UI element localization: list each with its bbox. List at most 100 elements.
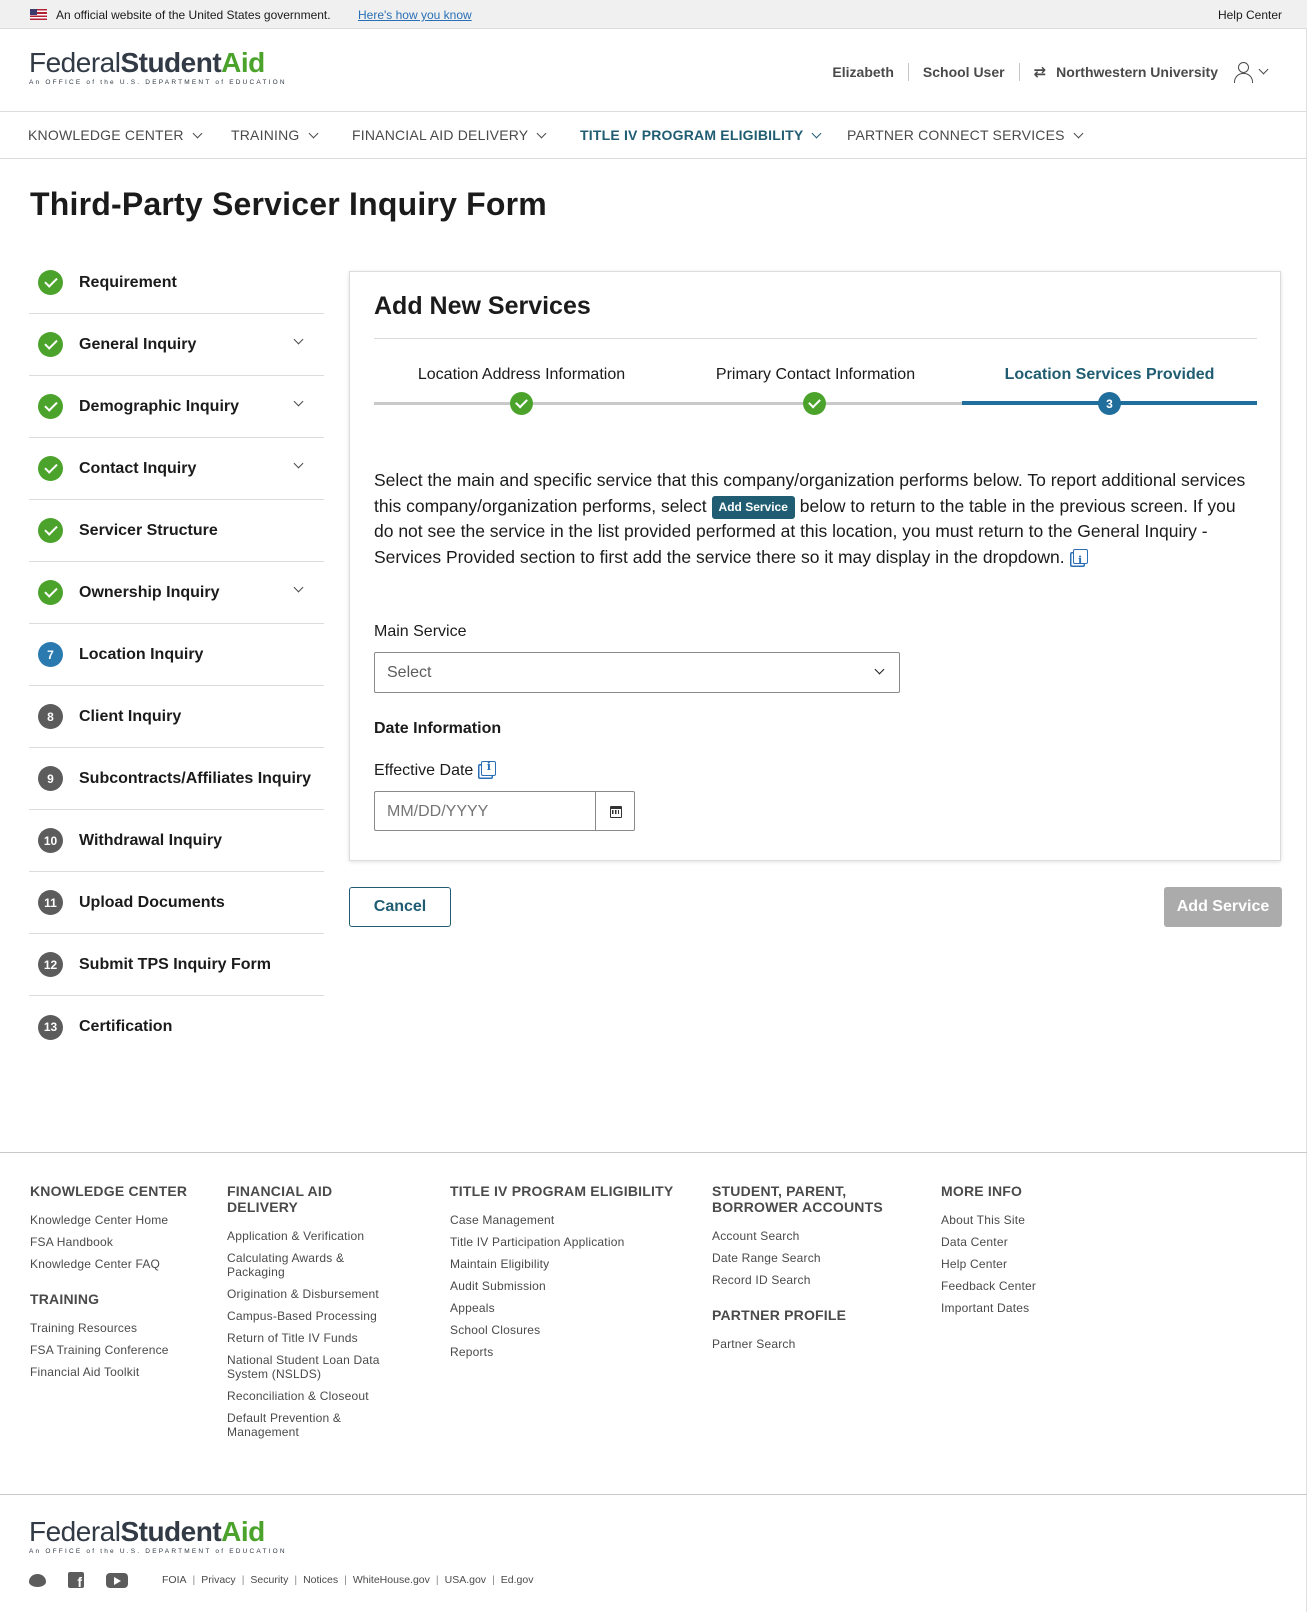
footer-col-financial-aid-delivery: FINANCIAL AID DELIVERY Application & Ver… (227, 1183, 407, 1447)
footer-social-and-legal: FOIA| Privacy| Security| Notices| WhiteH… (29, 1572, 534, 1590)
footer-link[interactable]: Return of Title IV Funds (227, 1331, 407, 1345)
switch-organization-icon[interactable]: ⇄ (1034, 63, 1047, 81)
footer-link[interactable]: Reconciliation & Closeout (227, 1389, 407, 1403)
nav-partner-connect-services[interactable]: PARTNER CONNECT SERVICES (847, 127, 1084, 143)
sidebar-item-subcontracts-affiliates-inquiry[interactable]: 9 Subcontracts/Affiliates Inquiry (29, 748, 324, 810)
chevron-down-icon[interactable] (1258, 64, 1269, 74)
user-name: Elizabeth (832, 64, 894, 80)
footer-link[interactable]: FSA Training Conference (30, 1343, 215, 1357)
sidebar-item-servicer-structure[interactable]: Servicer Structure (29, 500, 324, 562)
legal-link-whitehouse[interactable]: WhiteHouse.gov (353, 1574, 430, 1586)
footer-link[interactable]: National Student Loan Data System (NSLDS… (227, 1353, 397, 1381)
footer-link[interactable]: Record ID Search (712, 1273, 892, 1287)
sidebar-item-location-inquiry[interactable]: 7 Location Inquiry (29, 624, 324, 686)
gov-banner: An official website of the United States… (0, 0, 1307, 29)
main-service-select[interactable]: Select (374, 652, 900, 693)
chevron-down-icon (536, 128, 547, 139)
footer-link[interactable]: Audit Submission (450, 1279, 700, 1293)
facebook-icon[interactable] (68, 1572, 84, 1590)
footer-link[interactable]: Account Search (712, 1229, 892, 1243)
gov-banner-text: An official website of the United States… (56, 8, 331, 22)
sidebar-item-general-inquiry[interactable]: General Inquiry (29, 314, 324, 376)
footer-link[interactable]: Appeals (450, 1301, 700, 1315)
info-icon[interactable] (1072, 548, 1088, 573)
youtube-icon[interactable] (106, 1572, 128, 1588)
footer-col-more-info: MORE INFO About This Site Data Center He… (941, 1183, 1121, 1323)
fsa-logo[interactable]: FederalStudentAid An OFFICE of the U.S. … (29, 49, 287, 87)
step-number-badge: 13 (38, 1014, 63, 1040)
chevron-down-icon[interactable] (293, 396, 304, 407)
footer-link[interactable]: Training Resources (30, 1321, 215, 1335)
nav-title-iv-program-eligibility[interactable]: TITLE IV PROGRAM ELIGIBILITY (580, 127, 822, 143)
footer-link[interactable]: Case Management (450, 1213, 700, 1227)
check-circle-icon (38, 270, 63, 295)
sidebar-item-contact-inquiry[interactable]: Contact Inquiry (29, 438, 324, 500)
chevron-down-icon[interactable] (293, 582, 304, 593)
calendar-button[interactable] (595, 791, 635, 831)
sidebar-item-upload-documents[interactable]: 11 Upload Documents (29, 872, 324, 934)
effective-date-input[interactable]: MM/DD/YYYY (374, 791, 595, 831)
sidebar-item-client-inquiry[interactable]: 8 Client Inquiry (29, 686, 324, 748)
sidebar-item-demographic-inquiry[interactable]: Demographic Inquiry (29, 376, 324, 438)
logo-tagline: An OFFICE of the U.S. DEPARTMENT of EDUC… (29, 79, 287, 86)
footer-link[interactable]: Data Center (941, 1235, 1121, 1249)
footer-link[interactable]: Knowledge Center FAQ (30, 1257, 215, 1271)
legal-link-ed[interactable]: Ed.gov (501, 1574, 534, 1586)
legal-link-usa[interactable]: USA.gov (445, 1574, 486, 1586)
footer-link[interactable]: Partner Search (712, 1337, 892, 1351)
twitter-icon[interactable] (29, 1573, 46, 1587)
legal-link-foia[interactable]: FOIA (162, 1574, 187, 1586)
check-circle-icon (38, 456, 63, 481)
footer-link[interactable]: Origination & Disbursement (227, 1287, 407, 1301)
footer-fsa-logo[interactable]: FederalStudentAid An OFFICE of the U.S. … (29, 1518, 287, 1556)
footer-link[interactable]: FSA Handbook (30, 1235, 215, 1249)
us-flag-icon (30, 9, 47, 20)
step-number-badge: 7 (38, 642, 63, 667)
footer-link[interactable]: Important Dates (941, 1301, 1121, 1315)
footer-link[interactable]: Financial Aid Toolkit (30, 1365, 215, 1379)
footer-link[interactable]: Help Center (941, 1257, 1121, 1271)
footer-link[interactable]: Application & Verification (227, 1229, 407, 1243)
check-circle-icon (510, 392, 533, 415)
heres-how-you-know-link[interactable]: Here's how you know (358, 8, 472, 22)
sidebar-item-ownership-inquiry[interactable]: Ownership Inquiry (29, 562, 324, 624)
sidebar-item-submit-tps-inquiry-form[interactable]: 12 Submit TPS Inquiry Form (29, 934, 324, 996)
legal-link-notices[interactable]: Notices (303, 1574, 338, 1586)
chevron-down-icon[interactable] (293, 458, 304, 469)
user-role: School User (922, 64, 1005, 80)
cancel-button[interactable]: Cancel (349, 887, 451, 927)
sidebar-item-withdrawal-inquiry[interactable]: 10 Withdrawal Inquiry (29, 810, 324, 872)
footer-link[interactable]: Calculating Awards & Packaging (227, 1251, 367, 1279)
organization-name[interactable]: Northwestern University (1056, 64, 1218, 80)
footer-link[interactable]: Date Range Search (712, 1251, 892, 1265)
footer-link[interactable]: Campus-Based Processing (227, 1309, 407, 1323)
divider (374, 338, 1257, 339)
user-area: Elizabeth School User ⇄ Northwestern Uni… (832, 61, 1269, 83)
legal-links: FOIA | Privacy | Security | Notices | WhiteH… (162, 1574, 534, 1586)
footer-col-title-iv-program-eligibility: TITLE IV PROGRAM ELIGIBILITY Case Manage… (450, 1183, 700, 1367)
user-account-icon[interactable] (1232, 61, 1254, 83)
footer-link[interactable]: Default Prevention & Management (227, 1411, 357, 1439)
progress-stepper: Location Address Information Primary Con… (374, 352, 1257, 422)
add-service-button[interactable]: Add Service (1164, 887, 1282, 927)
chevron-down-icon[interactable] (293, 334, 304, 345)
sidebar-item-certification[interactable]: 13 Certification (29, 996, 324, 1058)
footer-link[interactable]: Reports (450, 1345, 700, 1359)
sidebar-item-requirement[interactable]: Requirement (29, 252, 324, 314)
help-center-link[interactable]: Help Center (1218, 8, 1282, 22)
chevron-down-icon (1073, 128, 1084, 139)
footer-link[interactable]: Knowledge Center Home (30, 1213, 215, 1227)
nav-knowledge-center[interactable]: KNOWLEDGE CENTER (28, 127, 203, 143)
legal-link-security[interactable]: Security (250, 1574, 288, 1586)
footer-link[interactable]: Title IV Participation Application (450, 1235, 700, 1249)
info-icon[interactable] (481, 760, 497, 776)
footer-link[interactable]: Maintain Eligibility (450, 1257, 700, 1271)
footer-link[interactable]: School Closures (450, 1323, 700, 1337)
footer-link[interactable]: Feedback Center (941, 1279, 1121, 1293)
calendar-icon (610, 806, 622, 818)
footer-link[interactable]: About This Site (941, 1213, 1121, 1227)
legal-link-privacy[interactable]: Privacy (201, 1574, 235, 1586)
card-title: Add New Services (374, 292, 591, 320)
nav-training[interactable]: TRAINING (231, 127, 318, 143)
nav-financial-aid-delivery[interactable]: FINANCIAL AID DELIVERY (352, 127, 547, 143)
